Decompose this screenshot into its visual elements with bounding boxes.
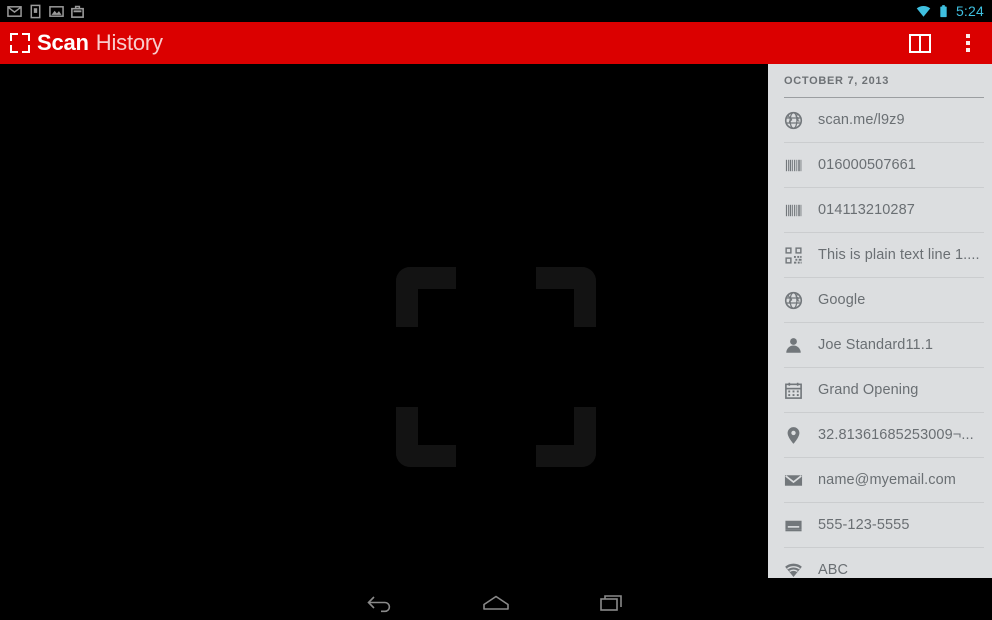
history-list-item[interactable]: This is plain text line 1.... xyxy=(768,233,992,277)
history-date-header: OCTOBER 7, 2013 xyxy=(784,74,890,87)
battery-icon xyxy=(940,4,947,17)
app-title-primary: Scan xyxy=(37,30,89,55)
history-list-item[interactable]: 555-123-5555 xyxy=(768,503,992,547)
book-button[interactable] xyxy=(896,22,944,64)
app-title-secondary: History xyxy=(95,30,163,55)
status-notification-icons[interactable] xyxy=(0,4,85,19)
history-item-label: 555-123-5555 xyxy=(818,517,910,533)
history-list-item[interactable]: Google xyxy=(768,278,992,322)
wifi-icon xyxy=(916,5,931,17)
history-list-item[interactable]: ABC xyxy=(768,548,992,578)
back-button[interactable] xyxy=(356,585,404,620)
calendar-icon xyxy=(785,382,802,399)
status-bar: 5:24 xyxy=(0,0,992,22)
camera-viewfinder[interactable] xyxy=(0,64,768,585)
globe-icon xyxy=(784,111,803,129)
recents-icon xyxy=(600,594,622,611)
history-item-label: ABC xyxy=(818,562,849,578)
wifi-icon xyxy=(785,563,802,577)
barcode-icon xyxy=(785,204,802,216)
action-bar: Scan History xyxy=(0,22,992,64)
book-icon xyxy=(909,33,931,53)
history-list-item[interactable]: Grand Opening xyxy=(768,368,992,412)
envelope-icon xyxy=(784,474,803,486)
qr-code-icon xyxy=(785,246,802,264)
globe-icon xyxy=(784,291,803,309)
scan-frame-logo-icon xyxy=(10,33,30,53)
app-brand[interactable]: Scan History xyxy=(0,30,163,56)
photo-icon xyxy=(49,5,64,17)
history-list-item[interactable]: 32.81361685253009¬... xyxy=(768,413,992,457)
history-item-label: Grand Opening xyxy=(818,382,919,398)
location-pin-icon xyxy=(787,426,800,444)
navigation-bar xyxy=(0,585,992,620)
history-item-label: Google xyxy=(818,292,866,308)
action-bar-buttons xyxy=(896,22,992,64)
history-item-label: scan.me/l9z9 xyxy=(818,112,905,128)
status-system-icons[interactable]: 5:24 xyxy=(916,3,992,19)
sms-card-icon xyxy=(785,520,802,531)
history-list-item[interactable]: 014113210287 xyxy=(768,188,992,232)
person-icon xyxy=(786,337,801,353)
mail-icon xyxy=(7,5,22,17)
history-list-item[interactable]: name@myemail.com xyxy=(768,458,992,502)
history-list: scan.me/l9z9 016000507661 014113210287 This… xyxy=(768,98,992,578)
briefcase-icon xyxy=(71,5,84,18)
history-list-item[interactable]: 016000507661 xyxy=(768,143,992,187)
history-item-label: 014113210287 xyxy=(818,202,915,218)
history-item-label: This is plain text line 1.... xyxy=(818,247,980,263)
history-item-label: 32.81361685253009¬... xyxy=(818,427,974,443)
status-clock: 5:24 xyxy=(955,3,984,19)
barcode-icon xyxy=(785,159,802,171)
history-item-label: Joe Standard11.1 xyxy=(818,337,934,353)
back-arrow-icon xyxy=(367,595,391,612)
history-list-item[interactable]: Joe Standard11.1 xyxy=(768,323,992,367)
overflow-menu-button[interactable] xyxy=(944,22,992,64)
history-item-label: name@myemail.com xyxy=(818,472,956,488)
scan-target-frame-icon xyxy=(396,267,596,467)
history-list-item[interactable]: scan.me/l9z9 xyxy=(768,98,992,142)
overflow-menu-icon xyxy=(966,34,970,52)
android-tablet-screen: 5:24 Scan History OCTOBER 7, 2013 scan.m… xyxy=(0,0,992,620)
home-button[interactable] xyxy=(472,585,520,620)
home-icon xyxy=(483,595,509,610)
sim-card-icon xyxy=(30,4,41,18)
recents-button[interactable] xyxy=(588,585,636,620)
history-panel: OCTOBER 7, 2013 scan.me/l9z9 016000507661… xyxy=(768,64,992,578)
history-item-label: 016000507661 xyxy=(818,157,916,173)
